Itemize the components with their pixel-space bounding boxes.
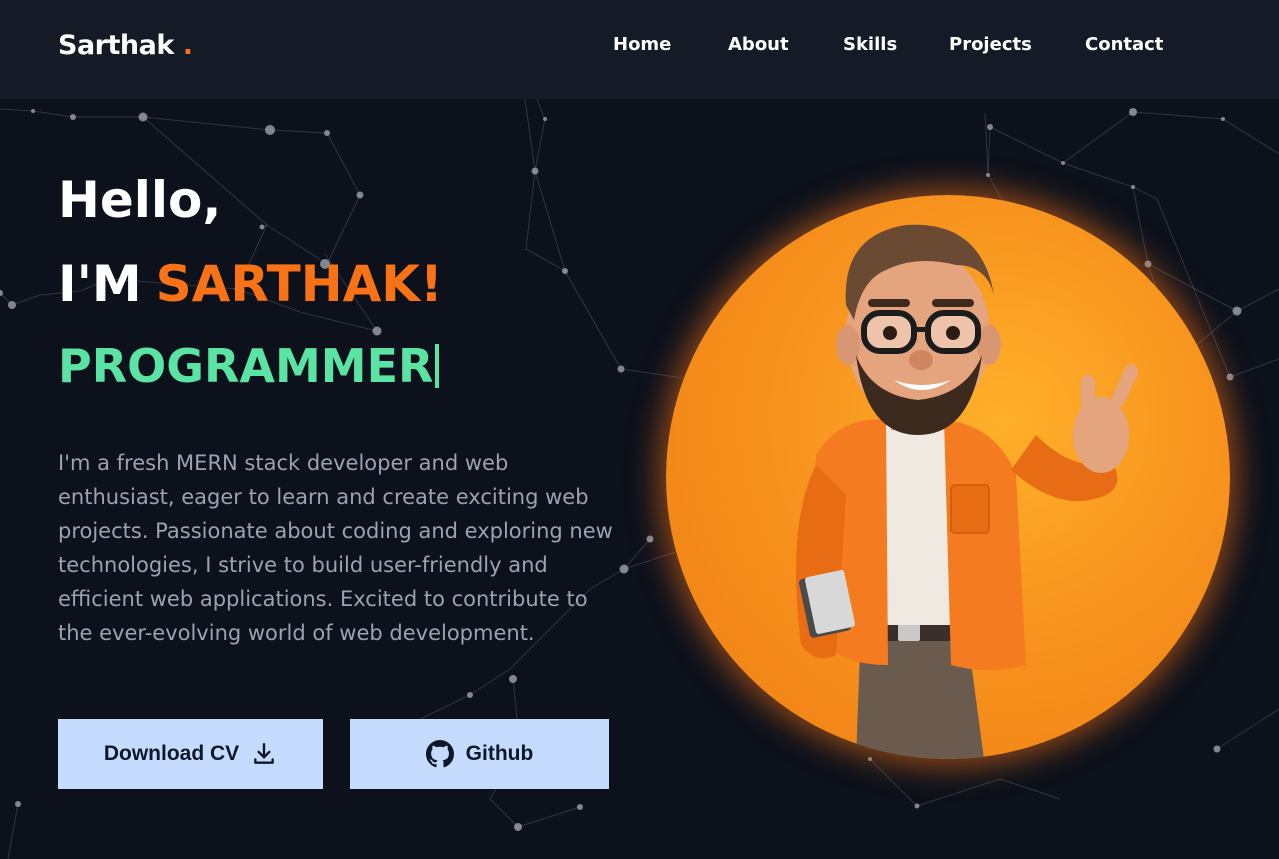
avatar-portrait bbox=[666, 195, 1230, 759]
hero-greeting: Hello, bbox=[58, 171, 222, 229]
nav-projects[interactable]: Projects bbox=[949, 34, 1032, 55]
hero-role-typewriter: PROGRAMMER bbox=[58, 339, 440, 393]
hero-role: PROGRAMMER bbox=[58, 339, 434, 393]
brand-dot: . bbox=[182, 30, 193, 61]
hero-intro: I'M SARTHAK! bbox=[58, 255, 443, 313]
nav-contact[interactable]: Contact bbox=[1085, 34, 1163, 55]
hero-intro-prefix: I'M bbox=[58, 255, 142, 313]
brand-name: Sarthak bbox=[58, 30, 174, 61]
hero-name: SARTHAK! bbox=[155, 255, 443, 313]
github-button[interactable]: Github bbox=[350, 719, 609, 789]
cartoon-developer-illustration bbox=[796, 224, 1139, 759]
navbar: Sarthak . Home About Skills Projects Con… bbox=[0, 0, 1279, 99]
nav-about[interactable]: About bbox=[728, 34, 789, 55]
nav-home[interactable]: Home bbox=[613, 34, 671, 55]
github-label: Github bbox=[465, 742, 534, 765]
github-icon bbox=[425, 740, 454, 768]
hero-bio: I'm a fresh MERN stack developer and web… bbox=[58, 451, 613, 645]
download-cv-label: Download CV bbox=[103, 742, 240, 765]
download-cv-button[interactable]: Download CV bbox=[58, 719, 323, 789]
nav-skills[interactable]: Skills bbox=[843, 34, 897, 55]
typing-cursor bbox=[435, 344, 440, 388]
brand-logo[interactable]: Sarthak . bbox=[58, 30, 193, 61]
download-icon bbox=[251, 741, 277, 767]
hero-section: Hello, I'M SARTHAK! PROGRAMMER I'm a fres… bbox=[0, 99, 1279, 859]
